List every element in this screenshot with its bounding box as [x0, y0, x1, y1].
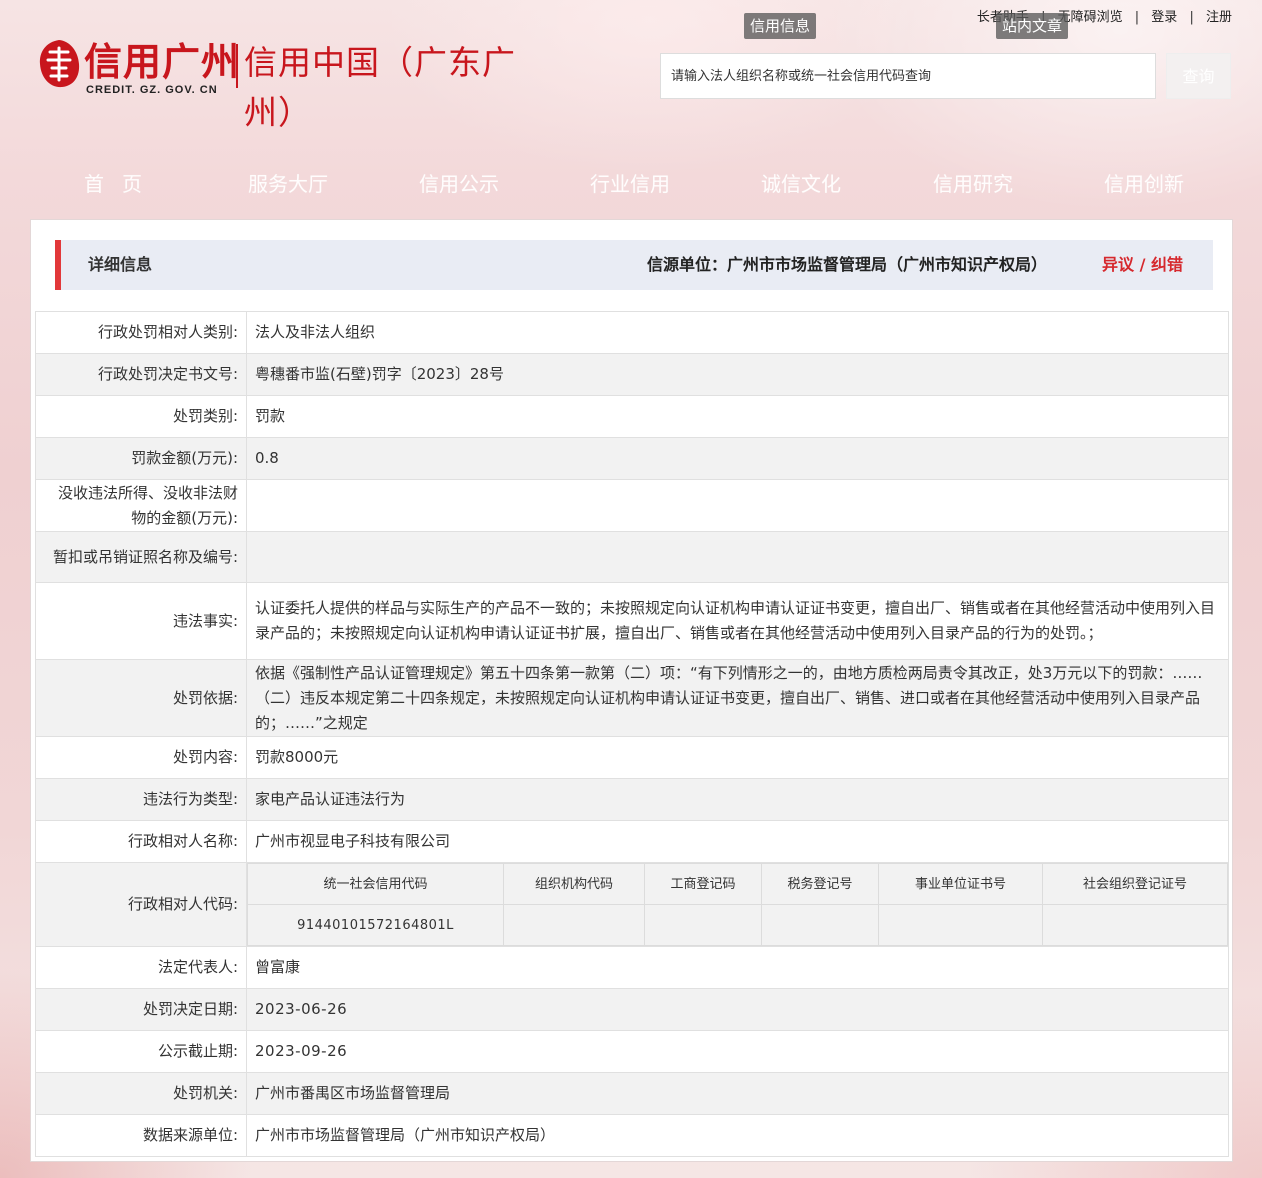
nav-industry-credit[interactable]: 行业信用 [570, 168, 690, 200]
code-header: 社会组织登记证号 [1042, 863, 1228, 905]
table-row: 违法行为类型: 家电产品认证违法行为 [35, 778, 1229, 821]
table-row: 处罚依据: 依据《强制性产品认证管理规定》第五十四条第一款第（二）项：“有下列情… [35, 659, 1229, 737]
row-value: 认证委托人提供的样品与实际生产的产品不一致的；未按照规定向认证机构申请认证证书变… [246, 582, 1229, 660]
table-row: 处罚决定日期: 2023-06-26 [35, 988, 1229, 1031]
table-row: 处罚内容: 罚款8000元 [35, 736, 1229, 779]
row-label: 行政相对人名称: [35, 820, 247, 863]
row-label: 违法行为类型: [35, 778, 247, 821]
nav-credit-innovation[interactable]: 信用创新 [1084, 168, 1204, 200]
row-label: 处罚机关: [35, 1072, 247, 1115]
search-input[interactable] [661, 54, 1155, 98]
row-label: 没收违法所得、没收非法财物的金额(万元): [35, 479, 247, 532]
row-label: 违法事实: [35, 582, 247, 660]
search-tab-site-articles[interactable]: 站内文章 [996, 13, 1069, 39]
row-value: 家电产品认证违法行为 [246, 778, 1229, 821]
row-value: 2023-06-26 [246, 988, 1229, 1031]
row-label: 处罚依据: [35, 659, 247, 737]
table-row: 没收违法所得、没收非法财物的金额(万元): [35, 479, 1229, 532]
table-row: 行政相对人名称: 广州市视显电子科技有限公司 [35, 820, 1229, 863]
code-value [1042, 904, 1228, 946]
table-row: 法定代表人: 曾富康 [35, 946, 1229, 989]
row-value: 广州市视显电子科技有限公司 [246, 820, 1229, 863]
row-value: 曾富康 [246, 946, 1229, 989]
login-link[interactable]: 登录 [1151, 6, 1177, 25]
subject-code-table: 统一社会信用代码 组织机构代码 工商登记码 税务登记号 事业单位证书号 社会组织… [247, 863, 1228, 946]
nav-credit-publicity[interactable]: 信用公示 [399, 168, 519, 200]
table-row: 行政相对人代码: 统一社会信用代码 组织机构代码 工商登记码 税务登记号 事业单… [35, 862, 1229, 947]
logo-divider [236, 44, 238, 88]
table-row: 处罚类别: 罚款 [35, 395, 1229, 438]
code-header-row: 统一社会信用代码 组织机构代码 工商登记码 税务登记号 事业单位证书号 社会组织… [247, 863, 1228, 905]
row-value: 0.8 [246, 437, 1229, 480]
row-value: 2023-09-26 [246, 1030, 1229, 1073]
code-header: 组织机构代码 [503, 863, 645, 905]
row-label: 行政相对人代码: [35, 862, 247, 947]
row-label: 暂扣或吊销证照名称及编号: [35, 531, 247, 583]
credit-seal-icon [39, 40, 80, 88]
code-header: 统一社会信用代码 [247, 863, 504, 905]
register-link[interactable]: 注册 [1206, 6, 1232, 25]
code-value-row: 91440101572164801L [247, 904, 1228, 946]
nav-credit-research[interactable]: 信用研究 [913, 168, 1033, 200]
row-label: 行政处罚相对人类别: [35, 311, 247, 354]
code-value: 91440101572164801L [247, 904, 504, 946]
row-label: 处罚内容: [35, 736, 247, 779]
row-label: 处罚决定日期: [35, 988, 247, 1031]
row-value: 罚款 [246, 395, 1229, 438]
row-label: 处罚类别: [35, 395, 247, 438]
logo-title: 信用广州 [84, 40, 241, 84]
table-row: 违法事实: 认证委托人提供的样品与实际生产的产品不一致的；未按照规定向认证机构申… [35, 582, 1229, 660]
table-row: 数据来源单位: 广州市市场监督管理局（广州市知识产权局） [35, 1114, 1229, 1157]
code-value [644, 904, 762, 946]
table-row: 公示截止期: 2023-09-26 [35, 1030, 1229, 1073]
row-label: 法定代表人: [35, 946, 247, 989]
code-table-cell: 统一社会信用代码 组织机构代码 工商登记码 税务登记号 事业单位证书号 社会组织… [246, 862, 1229, 947]
nav-home[interactable]: 首页 [62, 168, 182, 200]
row-value: 法人及非法人组织 [246, 311, 1229, 354]
code-value [761, 904, 879, 946]
code-value [878, 904, 1043, 946]
link-divider: | [1189, 10, 1194, 25]
row-label: 罚款金额(万元): [35, 437, 247, 480]
code-header: 工商登记码 [644, 863, 762, 905]
row-label: 行政处罚决定书文号: [35, 353, 247, 396]
objection-link[interactable]: 异议 / 纠错 [1102, 240, 1183, 290]
table-row: 罚款金额(万元): 0.8 [35, 437, 1229, 480]
logo-domain: CREDIT. GZ. GOV. CN [86, 84, 218, 96]
main-nav: 首页 服务大厅 信用公示 行业信用 诚信文化 信用研究 信用创新 [0, 168, 1262, 202]
search-tab-credit-info[interactable]: 信用信息 [744, 13, 817, 39]
table-row: 处罚机关: 广州市番禺区市场监督管理局 [35, 1072, 1229, 1115]
site-logo[interactable]: 信用广州 CREDIT. GZ. GOV. CN 信用中国（广东广州） [36, 34, 536, 132]
table-row: 行政处罚相对人类别: 法人及非法人组织 [35, 311, 1229, 354]
row-value: 广州市市场监督管理局（广州市知识产权局） [246, 1114, 1229, 1157]
row-value: 罚款8000元 [246, 736, 1229, 779]
detail-panel: 详细信息 信源单位：广州市市场监督管理局（广州市知识产权局） 异议 / 纠错 行… [30, 219, 1233, 1162]
source-unit: 信源单位：广州市市场监督管理局（广州市知识产权局） [646, 255, 1047, 274]
penalty-detail-table: 行政处罚相对人类别: 法人及非法人组织 行政处罚决定书文号: 粤穗番市监(石壁)… [35, 311, 1229, 1157]
detail-header: 详细信息 信源单位：广州市市场监督管理局（广州市知识产权局） 异议 / 纠错 [55, 240, 1213, 290]
code-header: 税务登记号 [761, 863, 879, 905]
table-row: 暂扣或吊销证照名称及编号: [35, 531, 1229, 583]
search-box [660, 53, 1156, 99]
code-value [503, 904, 645, 946]
row-value: 广州市番禺区市场监督管理局 [246, 1072, 1229, 1115]
search-button[interactable]: 查询 [1166, 53, 1231, 99]
row-value: 依据《强制性产品认证管理规定》第五十四条第一款第（二）项：“有下列情形之一的，由… [246, 659, 1229, 737]
logo-subtitle: 信用中国（广东广州） [244, 43, 516, 132]
row-label: 数据来源单位: [35, 1114, 247, 1157]
nav-service-hall[interactable]: 服务大厅 [228, 168, 348, 200]
nav-integrity-culture[interactable]: 诚信文化 [741, 168, 861, 200]
row-value [246, 531, 1229, 583]
detail-title: 详细信息 [88, 255, 153, 274]
row-value [246, 479, 1229, 532]
code-header: 事业单位证书号 [878, 863, 1043, 905]
link-divider: | [1134, 10, 1140, 25]
row-label: 公示截止期: [35, 1030, 247, 1073]
row-value: 粤穗番市监(石壁)罚字〔2023〕28号 [246, 353, 1229, 396]
table-row: 行政处罚决定书文号: 粤穗番市监(石壁)罚字〔2023〕28号 [35, 353, 1229, 396]
